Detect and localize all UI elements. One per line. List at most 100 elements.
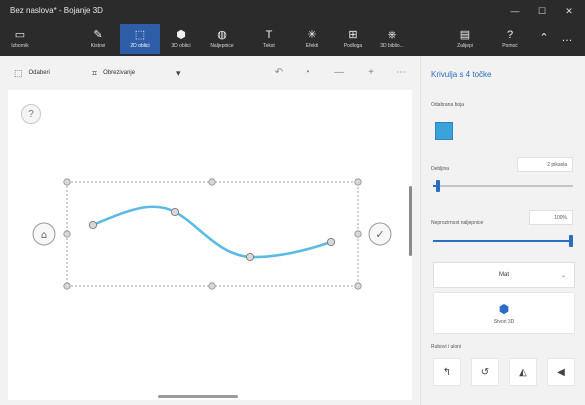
thickness-field[interactable]: 2 piksela [517, 157, 573, 172]
canvas-icon: ⊞ [348, 28, 358, 41]
brush-icon: ✎ [93, 28, 103, 41]
thickness-slider[interactable] [433, 180, 573, 192]
selection-handle[interactable] [354, 178, 362, 186]
bezier-curve [91, 205, 333, 259]
material-dropdown[interactable]: Mat ⌄ [433, 262, 575, 288]
more-icon: … [561, 32, 573, 44]
sticker-icon: ◍ [217, 28, 227, 41]
selection-handle[interactable] [208, 282, 216, 290]
help-icon: ? [506, 28, 514, 41]
title-bar: Bez naslova* - Bojanje 3D — ☐ ✕ [0, 0, 585, 22]
opacity-slider-fill [433, 240, 569, 242]
ribbon: ▭ Izbornik ✎ Kistovi ⬚ 2D oblici ⬢ 3D ob… [0, 22, 585, 56]
cube-icon: ⬢ [498, 301, 510, 316]
curve-point-2[interactable] [170, 207, 180, 217]
opacity-field[interactable]: 100% [529, 210, 573, 225]
ribbon-label: Izbornik [11, 42, 29, 49]
ribbon-effects-button[interactable]: ✳ Efekti [298, 24, 326, 54]
history-button[interactable]: ◔ [300, 65, 314, 79]
edges-label: Rubovi i uloni [431, 344, 462, 350]
ribbon-paste-button[interactable]: ▤ Zalijepi [450, 24, 480, 54]
undo-button[interactable]: ↶ [272, 65, 286, 79]
edge-option-button[interactable]: ↺ [471, 358, 499, 386]
crop-button[interactable]: ⌗ Obrezivanje [92, 66, 135, 80]
ribbon-label: Pomoć [502, 42, 518, 49]
selection-handle[interactable] [63, 230, 71, 238]
thickness-slider-thumb[interactable] [436, 180, 440, 192]
paint3d-window: Bez naslova* - Bojanje 3D — ☐ ✕ ▭ Izborn… [0, 0, 585, 405]
selection-handle[interactable] [208, 178, 216, 186]
edge-shape-3-icon: ◭ [519, 366, 527, 378]
drawing-canvas[interactable]: ? ⌂ ✓ [8, 90, 412, 400]
history-icon: ◔ [303, 66, 311, 78]
ribbon-menu-button[interactable]: ▭ Izbornik [6, 24, 34, 54]
ribbon-2d-shapes-button[interactable]: ⬚ 2D oblici [120, 24, 160, 54]
edge-shape-2-icon: ↺ [480, 366, 490, 378]
curve-point-4[interactable] [326, 237, 336, 247]
window-title: Bez naslova* - Bojanje 3D [10, 6, 103, 15]
opacity-slider-thumb[interactable] [569, 235, 573, 247]
more-icon: ⋯ [396, 66, 406, 78]
magic-select-button[interactable]: ▾ [176, 66, 181, 80]
chevron-up-icon: ⌃ [539, 32, 549, 44]
library-icon: ⎈ [387, 28, 397, 41]
curve-point-3[interactable] [245, 252, 255, 262]
ribbon-3d-shapes-button[interactable]: ⬢ 3D oblici [166, 24, 196, 54]
make-3d-button[interactable]: ⬢ Stvori 3D [433, 292, 575, 334]
ribbon-text-button[interactable]: T Tekst [256, 24, 282, 54]
text-icon: T [265, 28, 273, 41]
ribbon-label: Kistovi [90, 42, 106, 49]
vertical-scrollbar[interactable] [409, 186, 412, 256]
shapes-3d-icon: ⬢ [176, 28, 186, 41]
shapes-2d-icon: ⬚ [134, 28, 146, 41]
selection-handle[interactable] [63, 178, 71, 186]
side-panel: Krivulja s 4 točke Odabrana boja Debljin… [420, 56, 585, 405]
ribbon-label: Naljepnice [210, 42, 234, 49]
minimize-button[interactable]: — [504, 0, 526, 22]
ribbon-label: Podloga [343, 42, 363, 49]
ribbon-stickers-button[interactable]: ◍ Naljepnice [204, 24, 240, 54]
checkmark-icon: ✓ [375, 228, 384, 241]
fill-color-label: Odabrana boja [431, 102, 465, 108]
select-button[interactable]: ⬚ Odaberi [14, 66, 50, 80]
selection-handle[interactable] [63, 282, 71, 290]
thickness-label: Debljina [431, 166, 450, 172]
ribbon-canvas-button[interactable]: ⊞ Podloga [336, 24, 370, 54]
color-swatch[interactable] [435, 122, 453, 140]
ribbon-brushes-button[interactable]: ✎ Kistovi [84, 24, 112, 54]
ribbon-label: 3D biblio... [380, 42, 404, 49]
selection-box [66, 181, 359, 287]
horizontal-scrollbar[interactable] [158, 395, 238, 398]
stamp-icon: ⌂ [41, 230, 47, 241]
chevron-down-icon: ⌄ [560, 273, 566, 279]
ribbon-3d-library-button[interactable]: ⎈ 3D biblio... [374, 24, 410, 54]
ribbon-label: 2D oblici [130, 42, 150, 49]
selection-handle[interactable] [354, 230, 362, 238]
zoom-in-button[interactable]: + [364, 65, 378, 79]
edge-option-button[interactable]: ◀ [547, 358, 575, 386]
panel-title: Krivulja s 4 točke [431, 70, 492, 79]
edge-options: ↰ ↺ ◭ ◀ [433, 358, 575, 388]
edge-shape-4-icon: ◀ [557, 366, 565, 378]
edge-option-button[interactable]: ↰ [433, 358, 461, 386]
zoom-out-button[interactable]: — [332, 65, 346, 79]
undo-icon: ↶ [274, 66, 284, 78]
magic-select-icon: ▾ [176, 67, 181, 78]
crop-label: Obrezivanje [103, 70, 136, 76]
ribbon-label: Tekst [263, 42, 275, 49]
edge-option-button[interactable]: ◭ [509, 358, 537, 386]
ribbon-label: Efekti [305, 42, 319, 49]
ribbon-help-button[interactable]: ? Pomoć [496, 24, 524, 54]
ribbon-more-button[interactable]: … [558, 24, 576, 54]
ribbon-label: Zalijepi [457, 42, 473, 49]
folder-icon: ▭ [14, 28, 26, 41]
select-label: Odaberi [28, 70, 50, 76]
ribbon-collapse-button[interactable]: ⌃ [536, 24, 552, 54]
selection-handle[interactable] [354, 282, 362, 290]
curve-point-1[interactable] [88, 220, 98, 230]
close-button[interactable]: ✕ [558, 0, 580, 22]
opacity-slider[interactable] [433, 235, 573, 247]
more-options-button[interactable]: ⋯ [394, 65, 408, 79]
curve-drawing: ⌂ ✓ [32, 178, 392, 290]
maximize-button[interactable]: ☐ [531, 0, 553, 22]
